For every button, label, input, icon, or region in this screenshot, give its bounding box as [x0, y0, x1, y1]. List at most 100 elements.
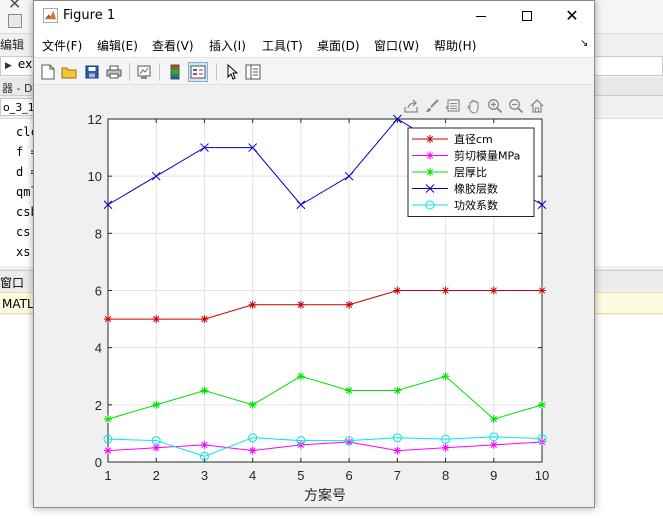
data-point[interactable] — [296, 372, 305, 381]
open-file-button[interactable] — [59, 62, 79, 82]
menu-tools[interactable]: 工具(T) — [262, 37, 303, 54]
y-tick-label: 4 — [95, 341, 102, 356]
new-figure-button[interactable] — [38, 62, 58, 82]
data-point[interactable] — [345, 386, 354, 395]
menu-view[interactable]: 查看(V) — [152, 37, 194, 54]
data-point[interactable] — [441, 286, 450, 295]
matlab-logo-icon — [43, 8, 58, 23]
y-tick-label: 12 — [88, 112, 102, 127]
brush-icon — [425, 99, 439, 112]
data-point[interactable] — [441, 443, 450, 452]
maximize-icon — [522, 11, 532, 21]
data-point[interactable] — [441, 372, 450, 381]
x-tick-label: 3 — [201, 468, 208, 483]
print-icon — [106, 65, 122, 79]
x-tick-label: 9 — [490, 468, 497, 483]
menu-insert[interactable]: 插入(I) — [209, 37, 246, 54]
menu-edit[interactable]: 编辑(E) — [97, 37, 138, 54]
code-line: cs — [16, 225, 31, 239]
pan-button[interactable] — [464, 96, 483, 116]
figure-title-bar[interactable]: Figure 1 ✕ — [34, 1, 594, 31]
edit-plot-button[interactable] — [222, 62, 242, 82]
property-inspector-icon — [245, 64, 261, 80]
data-point[interactable] — [393, 286, 402, 295]
data-point[interactable] — [489, 440, 498, 449]
zoom-out-icon — [508, 99, 523, 114]
print-button[interactable] — [104, 62, 124, 82]
x-tick-label: 2 — [153, 468, 160, 483]
x-axis-label: 方案号 — [304, 487, 346, 504]
restore-view-button[interactable] — [527, 96, 546, 116]
close-icon: ✕ — [565, 6, 579, 25]
brush-button[interactable] — [422, 96, 441, 116]
address-text: ex — [17, 57, 33, 71]
expand-arrow-icon[interactable]: ▶ — [5, 61, 12, 71]
data-point[interactable] — [393, 386, 402, 395]
y-tick-label: 6 — [95, 284, 102, 299]
legend-button[interactable] — [188, 62, 208, 82]
menu-desktop[interactable]: 桌面(D) — [317, 37, 360, 54]
figure-window: Figure 1 ✕ 文件(F) 编辑(E) 查看(V) 插入(I) 工具(T)… — [33, 0, 595, 508]
legend-label: 剪切模量MPa — [454, 149, 520, 163]
plot-area: 1 2 3 4 5 6 7 8 9 10 0 2 4 6 8 10 12 方案号 直径cm 剪切模量MPa 层厚比 橡胶层… — [34, 86, 594, 507]
minimize-button[interactable] — [466, 5, 496, 27]
export-button[interactable] — [401, 96, 420, 116]
legend-label: 直径cm — [454, 132, 493, 146]
y-tick-label: 10 — [88, 169, 102, 184]
arrow-cursor-icon — [227, 64, 238, 80]
colorbar-icon — [170, 64, 180, 80]
data-point[interactable] — [104, 446, 112, 455]
save-button[interactable] — [82, 62, 102, 82]
legend-marker[interactable] — [426, 168, 434, 176]
y-tick-label: 8 — [95, 226, 102, 241]
menu-help[interactable]: 帮助(H) — [434, 37, 476, 54]
menu-file[interactable]: 文件(F) — [42, 37, 82, 54]
toolbar-separator — [216, 63, 217, 81]
figure-menubar: 文件(F) 编辑(E) 查看(V) 插入(I) 工具(T) 桌面(D) 窗口(W… — [34, 31, 594, 57]
x-tick-label: 1 — [104, 468, 111, 483]
legend-icon — [190, 65, 206, 79]
x-tick-label: 6 — [345, 468, 352, 483]
legend-label: 功效系数 — [454, 198, 498, 212]
matlab-close-icon[interactable]: ✕ — [8, 0, 21, 13]
toolbar-separator — [129, 63, 130, 81]
new-figure-icon — [41, 64, 55, 80]
data-point[interactable] — [538, 400, 546, 409]
data-point[interactable] — [393, 446, 402, 455]
x-tick-label: 5 — [297, 468, 304, 483]
menu-window[interactable]: 窗口(W) — [374, 37, 419, 54]
zoom-in-icon — [487, 99, 502, 114]
data-point[interactable] — [489, 415, 498, 424]
colorbar-button[interactable] — [165, 62, 185, 82]
property-inspector-button[interactable] — [243, 62, 263, 82]
data-point[interactable] — [538, 286, 546, 295]
undock-arrow-icon[interactable]: ↘ — [580, 38, 588, 49]
data-point[interactable] — [489, 286, 498, 295]
pan-hand-icon — [466, 99, 479, 114]
y-tick-label: 2 — [95, 398, 102, 413]
x-tick-label: 8 — [442, 468, 449, 483]
maximize-button[interactable] — [512, 5, 542, 27]
axes-toolbar — [401, 96, 546, 116]
toolstrip-icon[interactable] — [8, 14, 22, 28]
zoom-out-button[interactable] — [506, 96, 525, 116]
zoom-in-button[interactable] — [485, 96, 504, 116]
legend-marker[interactable] — [426, 151, 434, 160]
background-editor-tab[interactable]: 编辑 — [0, 36, 24, 53]
export-icon — [403, 99, 418, 113]
legend-label: 橡胶层数 — [454, 182, 498, 196]
line-chart[interactable]: 1 2 3 4 5 6 7 8 9 10024681012方案号直径cm剪切模量MPa层厚比橡胶层… — [34, 86, 594, 507]
close-button[interactable]: ✕ — [557, 5, 587, 27]
link-plot-button[interactable] — [134, 62, 154, 82]
data-point[interactable] — [200, 440, 209, 449]
figure-toolbar — [34, 57, 594, 85]
open-folder-icon — [61, 67, 77, 79]
save-icon — [85, 65, 99, 79]
home-icon — [530, 99, 543, 113]
x-tick-label: 7 — [394, 468, 401, 483]
data-point[interactable] — [104, 415, 112, 424]
figure-title: Figure 1 — [63, 8, 116, 23]
data-point[interactable] — [200, 386, 209, 395]
legend-label: 层厚比 — [454, 166, 487, 179]
data-tip-button[interactable] — [443, 96, 462, 116]
